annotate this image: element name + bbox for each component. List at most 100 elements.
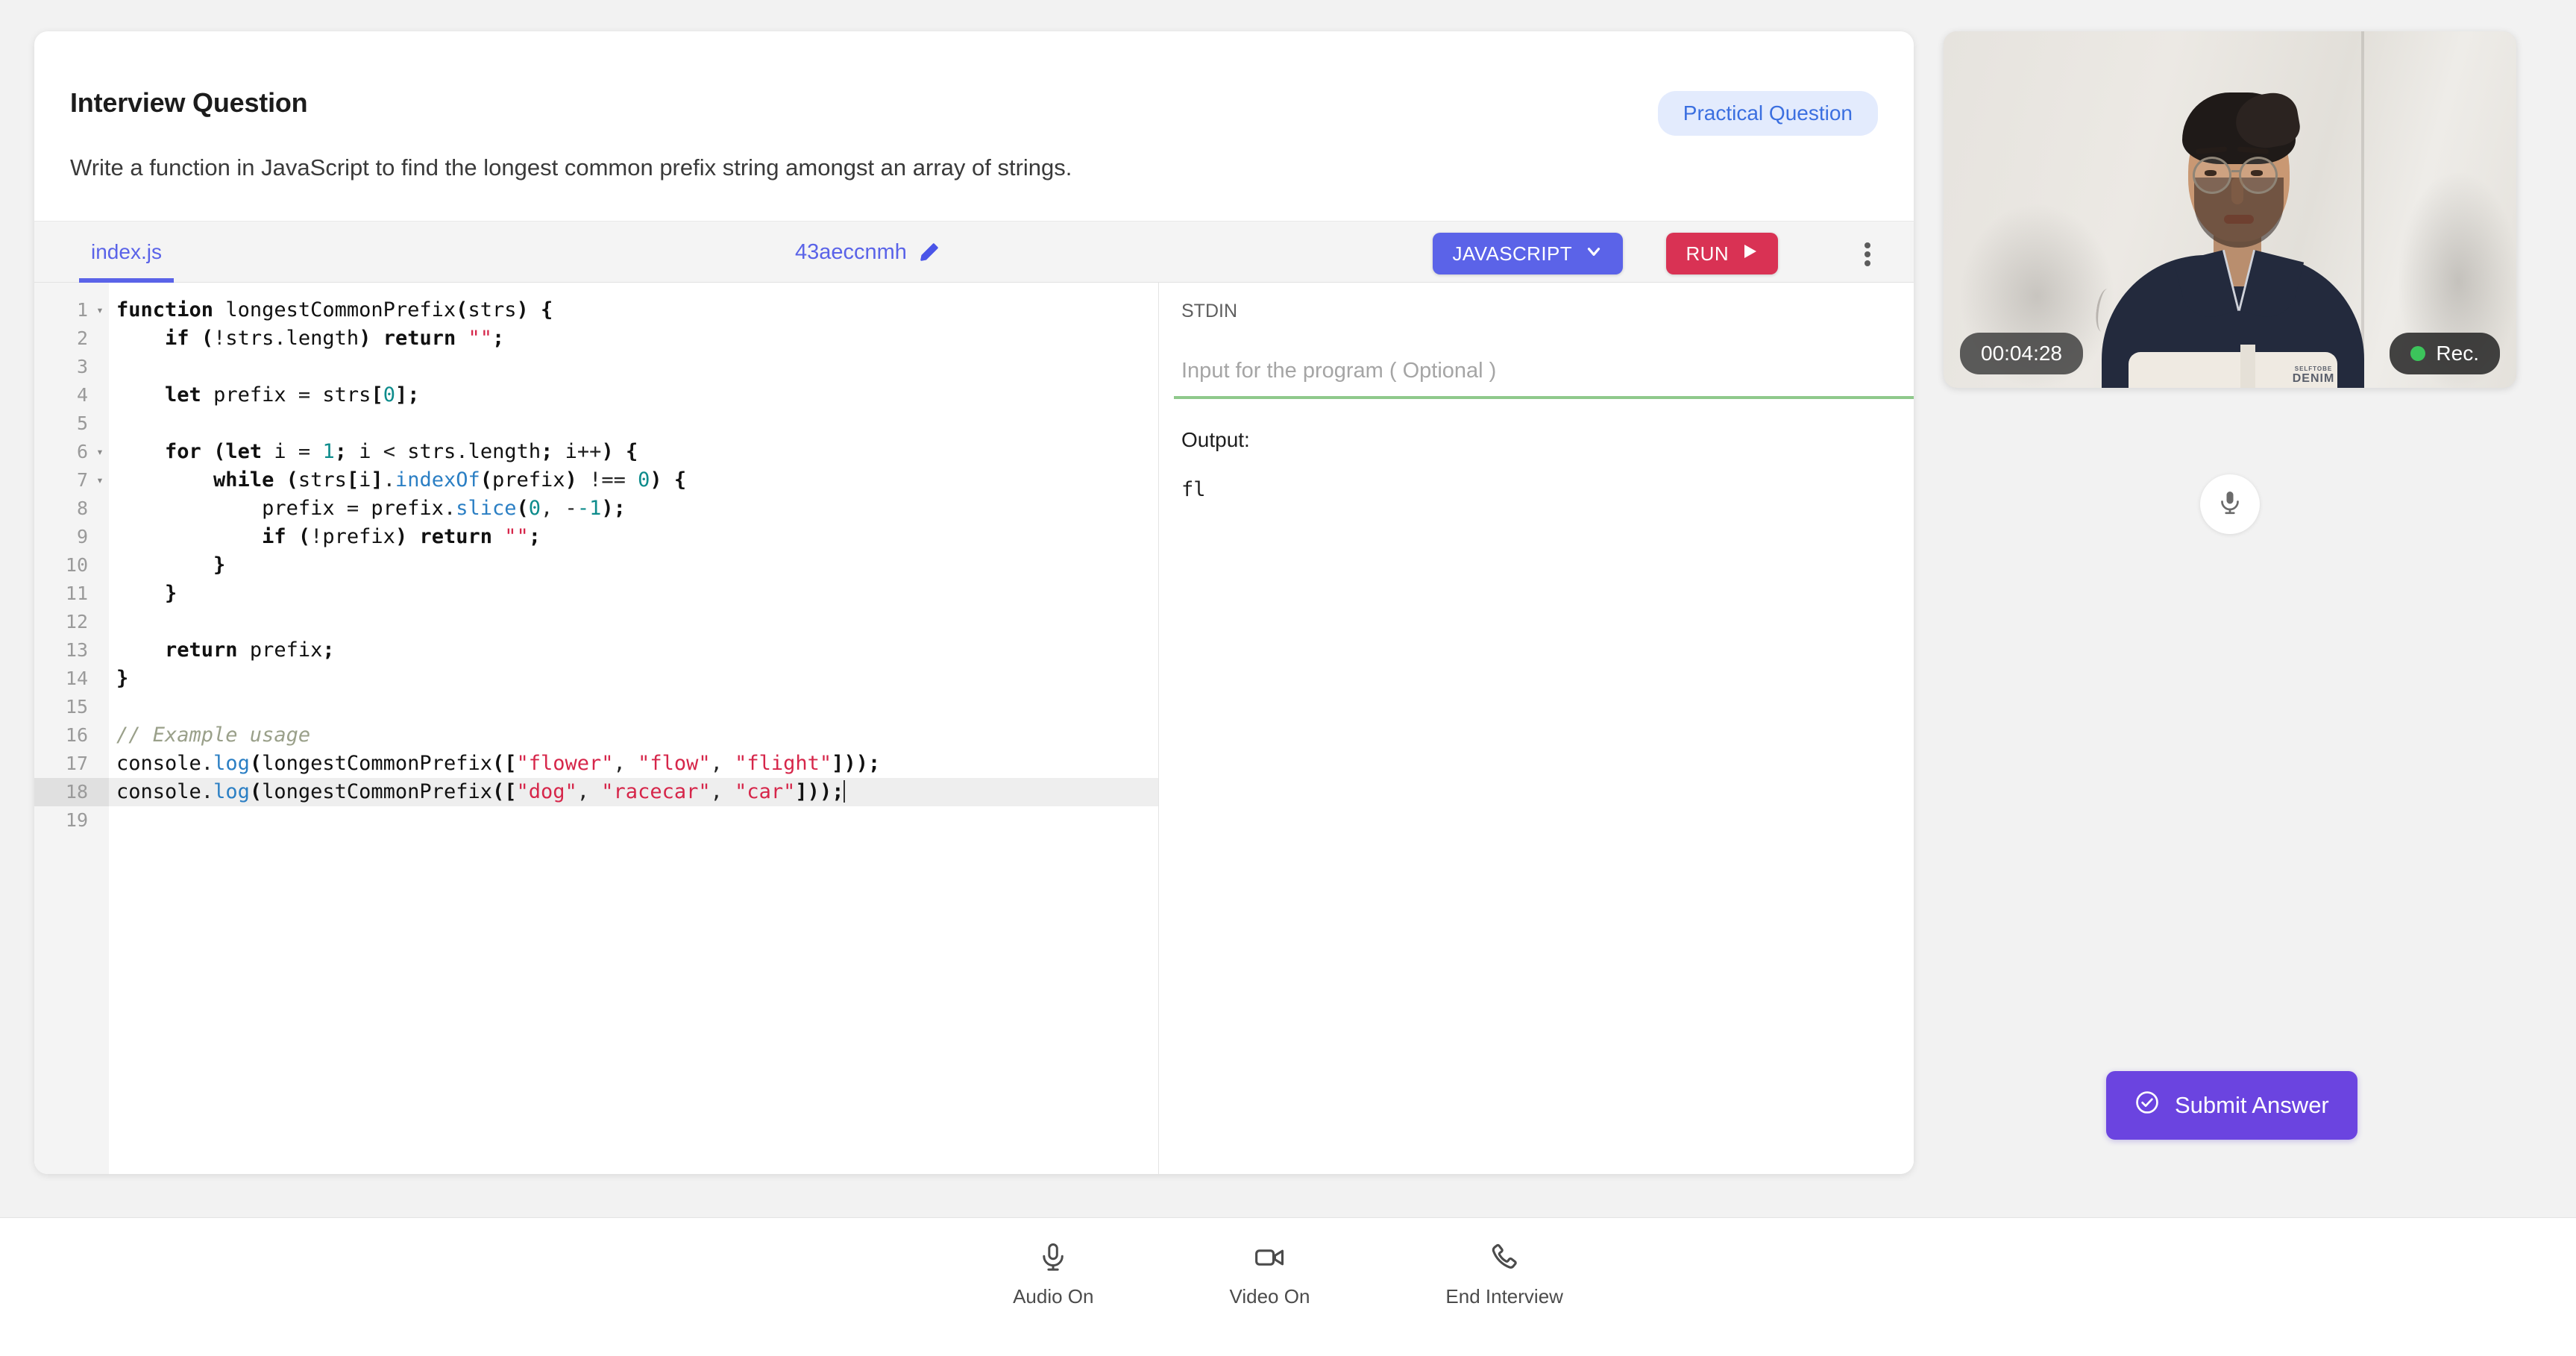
chevron-down-icon (1584, 242, 1603, 266)
line-number: 3 (76, 356, 88, 377)
line-number: 16 (65, 724, 88, 746)
fold-arrow-icon[interactable]: ▾ (91, 296, 109, 324)
code-text: for (let i = 1; i < strs.length; i++) { (165, 440, 638, 463)
code-text: } (213, 553, 226, 577)
pencil-icon[interactable] (919, 242, 940, 263)
code-line[interactable]: 16 // Example usage (34, 721, 1158, 750)
recording-label: Rec. (2436, 342, 2479, 365)
text-cursor (844, 780, 846, 803)
code-line[interactable]: 17 console.log(longestCommonPrefix(["flow… (34, 750, 1158, 778)
code-line[interactable]: 3 (34, 353, 1158, 381)
code-text: // Example usage (116, 723, 311, 747)
phone-icon (1488, 1240, 1521, 1275)
code-line[interactable]: 4 let prefix = strs[0]; (34, 381, 1158, 409)
submit-answer-label: Submit Answer (2175, 1092, 2329, 1118)
line-number: 4 (76, 384, 88, 406)
nose (2231, 178, 2243, 204)
audio-toggle-control[interactable]: Audio On (1013, 1240, 1093, 1308)
code-line[interactable]: 7 ▾ while (strs[i].indexOf(prefix) !== 0)… (34, 466, 1158, 495)
code-line[interactable]: 14} (34, 665, 1158, 693)
code-lines[interactable]: 1 ▾ function longestCommonPrefix(strs) {2 … (34, 296, 1158, 835)
question-header: Interview Question Write a function in J… (34, 31, 1914, 222)
shirt-brand-small: SELFTOBE (2294, 365, 2333, 372)
code-line[interactable]: 19 (34, 806, 1158, 835)
io-pane: STDIN Output: fl (1159, 283, 1914, 1174)
submit-answer-button[interactable]: Submit Answer (2106, 1071, 2357, 1140)
code-line[interactable]: 15 (34, 693, 1158, 721)
code-line[interactable]: 12 (34, 608, 1158, 636)
line-number: 18 (65, 781, 88, 803)
run-button[interactable]: RUN (1666, 233, 1778, 274)
video-toggle-control[interactable]: Video On (1229, 1240, 1310, 1308)
file-tab-label: index.js (91, 240, 162, 263)
code-text: console.log(longestCommonPrefix(["flower… (116, 752, 881, 775)
code-editor-pane[interactable]: 1 ▾ function longestCommonPrefix(strs) {2 … (34, 283, 1159, 1174)
status-badge: Practical Question (1657, 91, 1878, 136)
right-column: SELFTOBE DENIM 00:04:28 Rec. Submit Answ… (1944, 31, 2540, 1174)
code-line[interactable]: 9 if (!prefix) return ""; (34, 523, 1158, 551)
line-number: 10 (65, 554, 88, 576)
code-line[interactable]: 2 if (!strs.length) return ""; (34, 324, 1158, 353)
video-camera-icon (1252, 1240, 1287, 1275)
work-area: Interview Question Write a function in J… (0, 0, 2576, 1217)
language-label: JAVASCRIPT (1452, 242, 1572, 265)
end-interview-label: End Interview (1445, 1285, 1563, 1308)
question-text: Write a function in JavaScript to find t… (70, 154, 1072, 181)
tab-index-js[interactable]: index.js (79, 222, 174, 283)
shirt-placket (2240, 345, 2255, 388)
code-text: prefix = prefix.slice(0, --1); (262, 497, 626, 520)
line-number: 15 (65, 696, 88, 718)
session-timer: 00:04:28 (1960, 333, 2083, 374)
line-number: 5 (76, 412, 88, 434)
code-text: while (strs[i].indexOf(prefix) !== 0) { (213, 468, 687, 492)
kebab-dot (1865, 251, 1870, 257)
stdin-input[interactable] (1174, 345, 1914, 399)
mic-toggle-button[interactable] (2200, 474, 2260, 534)
line-number: 12 (65, 611, 88, 633)
line-number: 8 (76, 497, 88, 519)
editor-body: 1 ▾ function longestCommonPrefix(strs) {2 … (34, 283, 1914, 1174)
line-number: 6 (76, 441, 88, 462)
play-icon (1741, 242, 1759, 266)
eye-right (2251, 170, 2263, 176)
code-text: return prefix; (165, 638, 335, 662)
eye-left (2205, 170, 2217, 176)
line-number: 17 (65, 753, 88, 774)
glasses-bridge (2231, 170, 2240, 172)
line-number: 9 (76, 526, 88, 547)
code-text: if (!strs.length) return ""; (165, 327, 505, 350)
project-name-group: 43aeccnmh (795, 222, 940, 283)
language-select-button[interactable]: JAVASCRIPT (1433, 233, 1623, 274)
output-value: fl (1181, 478, 1206, 501)
code-line[interactable]: 18 console.log(longestCommonPrefix(["dog"… (34, 778, 1158, 806)
code-line[interactable]: 1 ▾ function longestCommonPrefix(strs) { (34, 296, 1158, 324)
line-number: 13 (65, 639, 88, 661)
shirt-logo: SELFTOBE DENIM (2281, 365, 2346, 386)
line-number: 11 (65, 583, 88, 604)
more-vertical-icon[interactable] (1851, 238, 1884, 271)
code-line[interactable]: 6 ▾ for (let i = 1; i < strs.length; i++)… (34, 438, 1158, 466)
code-line[interactable]: 5 (34, 409, 1158, 438)
recording-dot-icon (2410, 346, 2426, 361)
code-text: function longestCommonPrefix(strs) { (116, 298, 553, 321)
line-number: 14 (65, 668, 88, 689)
stdin-label: STDIN (1181, 301, 1237, 321)
page-title: Interview Question (70, 87, 308, 118)
code-text: if (!prefix) return ""; (262, 525, 541, 548)
code-line[interactable]: 8 prefix = prefix.slice(0, --1); (34, 495, 1158, 523)
code-line[interactable]: 13 return prefix; (34, 636, 1158, 665)
fold-arrow-icon[interactable]: ▾ (91, 438, 109, 466)
recording-indicator: Rec. (2390, 333, 2500, 374)
interview-coding-screen: Interview Question Write a function in J… (0, 0, 2576, 1356)
editor-toolbar: index.js 43aeccnmh JAVASCRIPT RUN (34, 222, 1914, 283)
code-text: let prefix = strs[0]; (165, 383, 420, 407)
fold-arrow-icon[interactable]: ▾ (91, 466, 109, 495)
output-label: Output: (1181, 428, 1250, 451)
mouth (2224, 215, 2254, 224)
code-line[interactable]: 10 } (34, 551, 1158, 580)
end-interview-control[interactable]: End Interview (1445, 1240, 1563, 1308)
kebab-dot (1865, 242, 1870, 248)
microphone-icon (2217, 489, 2243, 520)
code-line[interactable]: 11 } (34, 580, 1158, 608)
footer-controls: Audio On Video On End Interview (1013, 1240, 1563, 1308)
